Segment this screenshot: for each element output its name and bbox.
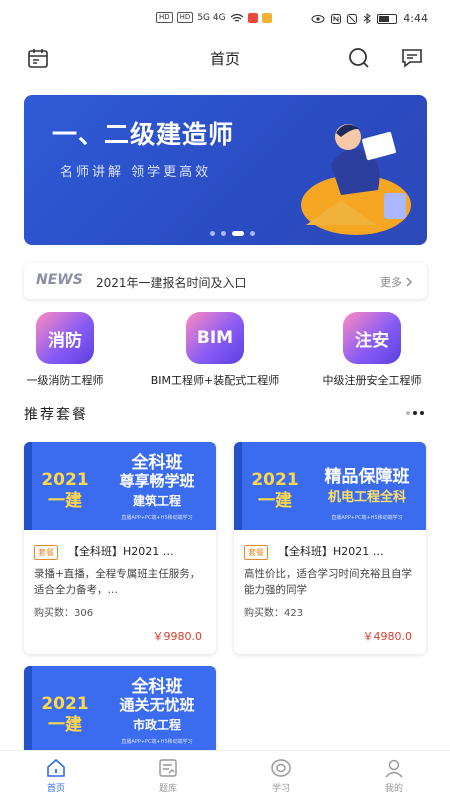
package-name: 【全科班】H2021 … [68,545,174,558]
cover-stripe [24,666,32,754]
search-icon[interactable] [345,44,373,72]
page-title: 首页 [209,50,240,68]
package-badge: 套餐 [34,545,58,560]
pagination-dot-active [420,411,424,415]
nav-label: 首页 [46,784,65,794]
cover-line3: 市政工程 [132,718,181,732]
cover-line3: 建筑工程 [132,494,181,508]
package-price: ￥4980.0 [362,630,413,643]
category-bim-engineer[interactable]: BIM BIM工程师+装配式工程师 [140,312,290,388]
banner-pagination [210,231,255,236]
wifi-icon [230,13,243,22]
category-safety-engineer[interactable]: 注安 中级注册安全工程师 [308,312,436,388]
section-pagination [406,411,424,415]
package-buy-count: 购买数：306 [34,608,94,619]
category-label: 一级消防工程师 [26,374,104,387]
package-cover: 2021 一建 精品保障班 机电工程全科 直播APP+PC端+H5移动端学习 [234,442,426,530]
eye-icon [311,14,325,23]
banner-subtitle: 名师讲解 领学更高效 [60,165,212,180]
safety-category-icon: 注安 [343,312,401,364]
cover-year: 2021 一建 [41,694,89,735]
package-price: ￥9980.0 [152,630,203,643]
category-row: 消防 一级消防工程师 BIM BIM工程师+装配式工程师 注安 中级注册安全工程… [0,312,450,392]
news-headline[interactable]: 2021年一建报名时间及入口 [96,274,247,291]
cover-fine-print: 直播APP+PC端+H5移动端学习 [331,515,403,521]
package-badge: 套餐 [244,545,268,560]
section-title: 推荐套餐 [24,407,88,423]
nav-question-bank[interactable]: 题库 [133,757,203,794]
category-label: BIM工程师+装配式工程师 [150,374,280,387]
package-card[interactable]: 2021 一建 精品保障班 机电工程全科 直播APP+PC端+H5移动端学习 套餐… [234,442,426,654]
nav-label: 学习 [271,784,290,794]
home-icon [44,757,68,779]
nav-label: 题库 [158,784,177,794]
message-icon[interactable] [398,44,426,72]
category-label: 中级注册安全工程师 [322,374,422,387]
hd-chip: HD [156,12,173,23]
status-bar: HD HD 5G 4G 4:44 [0,0,450,38]
package-card[interactable]: 2021 一建 全科班 通关无忧班 市政工程 直播APP+PC端+H5移动端学习 [24,666,216,756]
hd-chip: HD [176,12,194,23]
news-tag: NEWS [36,272,83,288]
package-buy-count: 购买数：423 [244,608,304,619]
app-notification-icon [247,12,258,23]
nav-label: 我的 [384,784,403,794]
package-description: 高性价比，适合学习时间充裕且自学能力强的同学 [244,568,412,596]
package-cover: 2021 一建 全科班 尊享畅学班 建筑工程 直播APP+PC端+H5移动端学习 [24,442,216,530]
cover-stripe [24,442,32,530]
bim-category-icon: BIM [186,312,244,364]
cover-year: 2021 一建 [41,470,89,511]
study-icon [269,757,293,779]
battery-icon [377,13,398,24]
category-fire-engineer[interactable]: 消防 一级消防工程师 [10,312,120,388]
question-bank-icon [156,757,180,779]
profile-icon [382,757,406,779]
pagination-dot [406,411,410,415]
app-notification-icon [261,12,272,23]
pagination-dot[interactable] [250,231,255,236]
pagination-dot-active [413,411,417,415]
pagination-dot-active[interactable] [232,231,244,236]
pagination-dot[interactable] [221,231,226,236]
cover-stripe [234,442,242,530]
package-name: 【全科班】H2021 … [278,545,384,558]
mute-icon [347,13,358,24]
signal-text: 5G 4G [197,12,226,23]
fire-category-icon: 消防 [36,312,94,364]
package-cover: 2021 一建 全科班 通关无忧班 市政工程 直播APP+PC端+H5移动端学习 [24,666,216,754]
status-right: 4:44 [311,12,428,25]
promo-banner[interactable]: 一、二级建造师 名师讲解 领学更高效 [24,95,427,245]
bottom-nav: 首页 题库 学习 我的 [0,750,450,800]
news-more-link[interactable]: 更多 [380,274,413,290]
top-bar: 首页 [0,38,450,78]
news-ticker[interactable]: NEWS 2021年一建报名时间及入口 更多 [24,263,427,299]
pagination-dot[interactable] [210,231,215,236]
reading-person-illustration [301,124,411,235]
nav-study[interactable]: 学习 [246,757,316,794]
cover-line2: 通关无忧班 [119,696,195,714]
nfc-icon [331,13,342,24]
package-description: 录播+直播，全程专属班主任服务，适合全力备考，… [34,568,201,596]
cover-line2: 尊享畅学班 [119,472,195,490]
bluetooth-icon [363,13,372,24]
cover-fine-print: 直播APP+PC端+H5移动端学习 [121,739,193,745]
nav-home[interactable]: 首页 [21,757,91,794]
banner-title: 一、二级建造师 [52,120,235,149]
cover-fine-print: 直播APP+PC端+H5移动端学习 [121,515,193,521]
nav-profile[interactable]: 我的 [359,757,429,794]
cover-line2: 机电工程全科 [327,490,406,505]
cover-line1: 精品保障班 [324,467,410,487]
status-time: 4:44 [403,12,428,25]
chevron-right-icon [406,277,412,287]
package-card[interactable]: 2021 一建 全科班 尊享畅学班 建筑工程 直播APP+PC端+H5移动端学习 … [24,442,216,654]
cover-year: 2021 一建 [251,470,299,511]
news-more-label: 更多 [380,276,402,289]
status-left: HD HD 5G 4G [156,12,272,23]
